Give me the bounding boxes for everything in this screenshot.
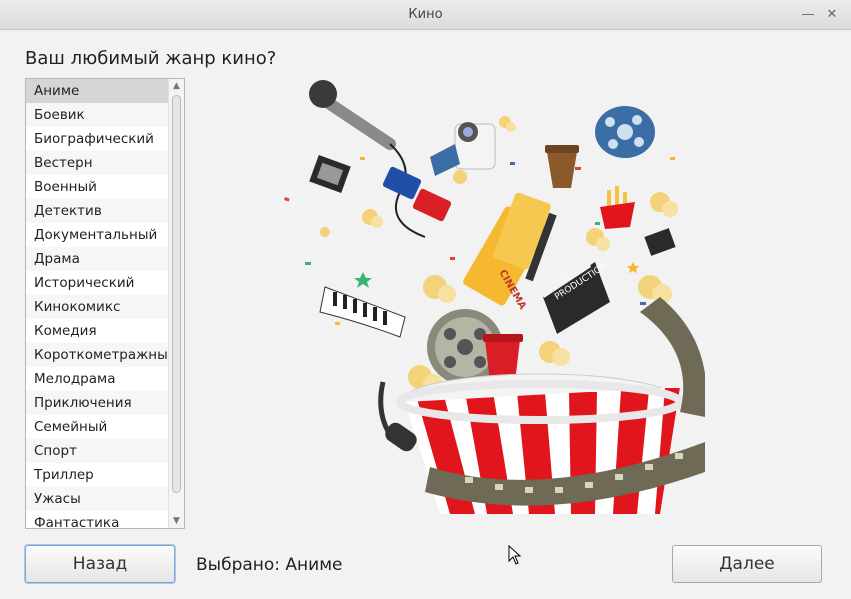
genre-list-item[interactable]: Триллер xyxy=(26,463,170,487)
cinema-illustration: CINEMA PRODUCTION xyxy=(283,80,705,514)
coffee-cup-icon xyxy=(545,145,579,188)
genre-list-items: Аниме Боевик Биографический Вестерн Военный Д… xyxy=(26,79,170,528)
genre-list-item[interactable]: Фантастика xyxy=(26,511,170,528)
genre-list-item[interactable]: Кинокомикс xyxy=(26,295,170,319)
scrollbar-thumb[interactable] xyxy=(172,95,181,493)
list-scrollbar[interactable]: ▲ ▼ xyxy=(168,79,184,528)
mouse-cursor-icon xyxy=(508,545,522,565)
genre-list-item[interactable]: Боевик xyxy=(26,103,170,127)
window-title: Кино xyxy=(408,7,443,22)
genre-list-item[interactable]: Приключения xyxy=(26,391,170,415)
fries-icon xyxy=(600,186,635,229)
genre-list-item[interactable]: Детектив xyxy=(26,199,170,223)
question-label: Ваш любимый жанр кино? xyxy=(25,48,277,69)
film-reel-icon xyxy=(595,106,655,158)
back-button[interactable]: Назад xyxy=(25,545,175,583)
close-icon[interactable]: ✕ xyxy=(823,6,841,24)
title-bar: Кино — ✕ xyxy=(0,0,851,30)
genre-list-item[interactable]: Военный xyxy=(26,175,170,199)
genre-list-item[interactable]: Исторический xyxy=(26,271,170,295)
genre-list-item[interactable]: Драма xyxy=(26,247,170,271)
genre-list-item[interactable]: Вестерн xyxy=(26,151,170,175)
genre-list-item[interactable]: Семейный xyxy=(26,415,170,439)
genre-list-item[interactable]: Комедия xyxy=(26,319,170,343)
genre-list-item[interactable]: Мелодрама xyxy=(26,367,170,391)
genre-list-item[interactable]: Биографический xyxy=(26,127,170,151)
genre-list-item[interactable]: Документальный xyxy=(26,223,170,247)
minimize-icon[interactable]: — xyxy=(799,6,817,24)
genre-list-item[interactable]: Ужасы xyxy=(26,487,170,511)
genre-list-item[interactable]: Спорт xyxy=(26,439,170,463)
piano-keys-icon xyxy=(319,286,406,338)
genre-list[interactable]: Аниме Боевик Биографический Вестерн Военный Д… xyxy=(25,78,185,529)
genre-list-item[interactable]: Аниме xyxy=(26,79,170,103)
3d-glasses-icon xyxy=(382,166,452,222)
video-camera-icon xyxy=(430,122,496,176)
genre-list-item[interactable]: Короткометражный xyxy=(26,343,170,367)
scroll-up-icon[interactable]: ▲ xyxy=(169,79,184,93)
next-button[interactable]: Далее xyxy=(672,545,822,583)
scroll-down-icon[interactable]: ▼ xyxy=(169,514,184,528)
selected-status: Выбрано: Аниме xyxy=(196,555,343,575)
